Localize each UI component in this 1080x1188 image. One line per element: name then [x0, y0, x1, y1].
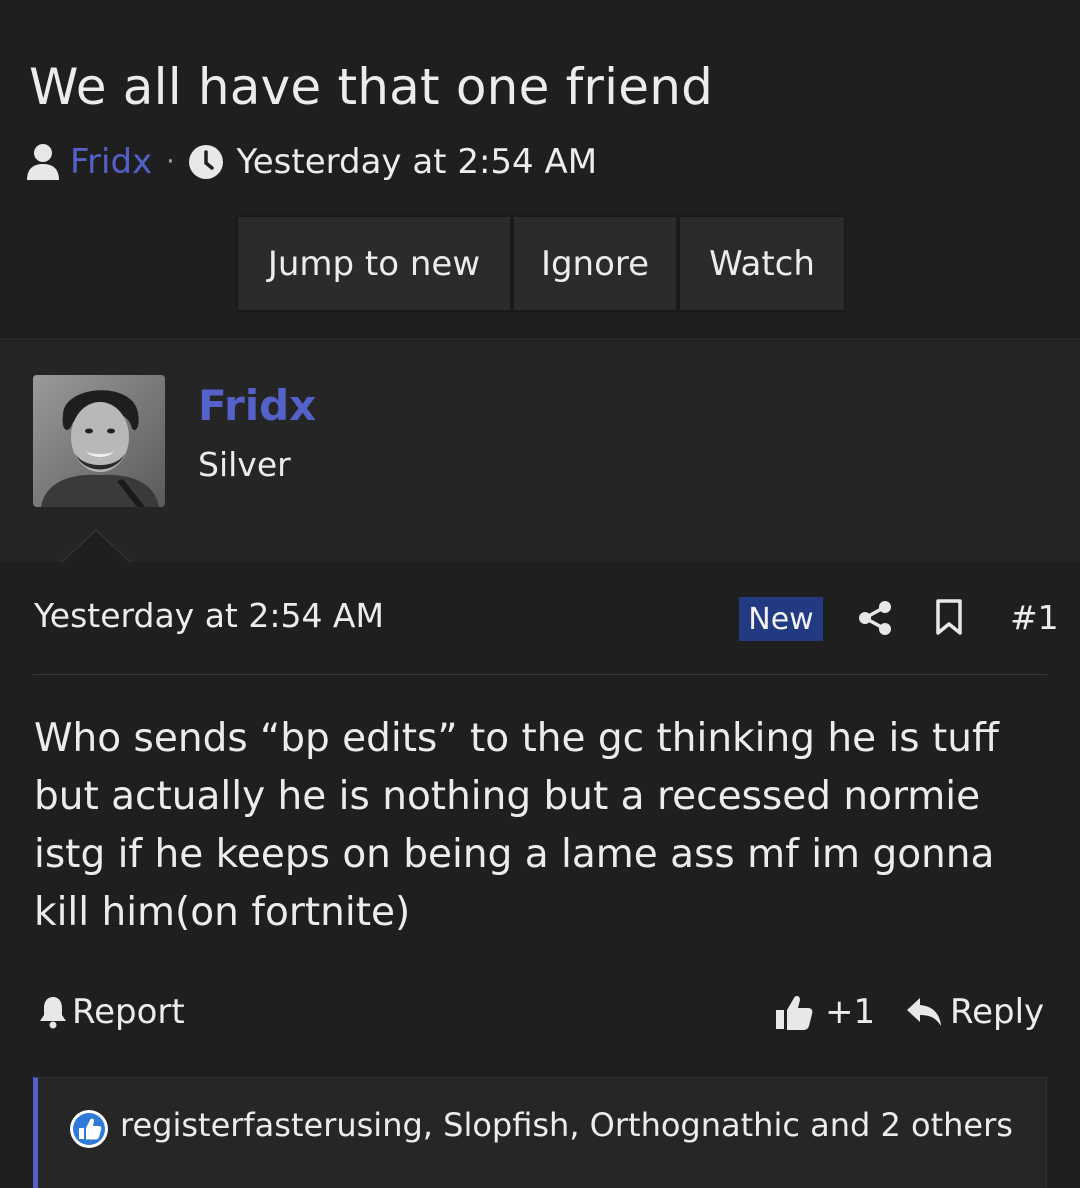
- reactions-bar[interactable]: registerfasterusing, Slopfish, Orthognat…: [33, 1077, 1047, 1188]
- thread-header: We all have that one friend Fridx · Yest…: [0, 0, 1080, 340]
- share-icon[interactable]: [858, 600, 892, 636]
- post-number-link[interactable]: #1: [1010, 598, 1059, 637]
- panel-pointer: [63, 531, 129, 562]
- like-reaction-icon: [70, 1110, 108, 1148]
- thread-meta: Fridx · Yesterday at 2:54 AM: [26, 140, 597, 184]
- jump-to-new-button[interactable]: Jump to new: [236, 215, 512, 312]
- reply-icon: [907, 998, 941, 1026]
- report-button[interactable]: Report: [38, 982, 185, 1042]
- like-button[interactable]: +1: [775, 982, 875, 1042]
- user-rank-title: Silver: [198, 445, 291, 484]
- avatar[interactable]: [33, 375, 165, 507]
- thread-action-buttons: Jump to new Ignore Watch: [236, 215, 846, 312]
- reply-button[interactable]: Reply: [906, 982, 1044, 1042]
- thread-author-link[interactable]: Fridx: [70, 142, 152, 182]
- post-user-panel: Fridx Silver: [0, 341, 1080, 562]
- ignore-button[interactable]: Ignore: [512, 215, 678, 312]
- watch-button[interactable]: Watch: [678, 215, 846, 312]
- post-actions: Report +1 Reply: [0, 982, 1080, 1042]
- meta-separator: ·: [166, 147, 175, 177]
- clock-icon: [189, 145, 224, 179]
- user-icon: [27, 144, 59, 180]
- like-count: +1: [825, 992, 876, 1032]
- reaction-users[interactable]: registerfasterusing, Slopfish, Orthognat…: [120, 1106, 1013, 1144]
- thread-time[interactable]: Yesterday at 2:54 AM: [236, 142, 597, 182]
- thumbs-up-icon: [776, 995, 813, 1030]
- reply-label: Reply: [950, 992, 1045, 1032]
- post-body: Yesterday at 2:54 AM New #1 Who sends “b…: [0, 562, 1080, 1188]
- post-username-link[interactable]: Fridx: [198, 381, 316, 430]
- bell-icon: [40, 997, 66, 1029]
- divider: [33, 674, 1047, 675]
- report-label: Report: [72, 992, 185, 1032]
- thread-title: We all have that one friend: [29, 58, 714, 116]
- bookmark-icon[interactable]: [934, 598, 964, 636]
- new-badge: New: [739, 597, 823, 641]
- post-message: Who sends “bp edits” to the gc thinking …: [34, 716, 999, 935]
- post-date-link[interactable]: Yesterday at 2:54 AM: [34, 596, 384, 635]
